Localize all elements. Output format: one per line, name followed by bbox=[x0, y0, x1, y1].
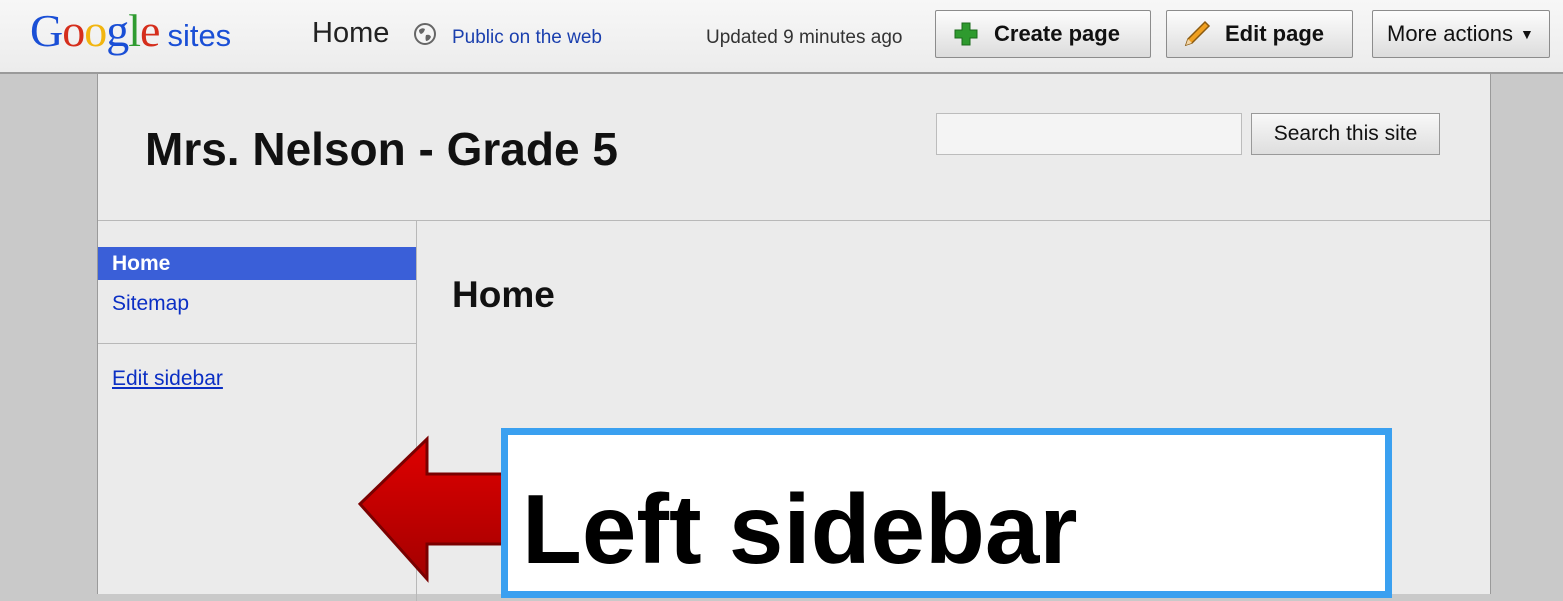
pencil-icon bbox=[1184, 20, 1211, 47]
left-arrow-icon bbox=[357, 435, 515, 583]
visibility-link[interactable]: Public on the web bbox=[452, 27, 602, 49]
callout-text: Left sidebar bbox=[522, 474, 1078, 584]
google-wordmark: Google bbox=[30, 5, 160, 56]
sidebar-divider bbox=[98, 343, 416, 344]
google-sites-logo[interactable]: Google sites bbox=[30, 4, 231, 57]
logo-letter: G bbox=[30, 5, 63, 56]
search-input[interactable] bbox=[936, 113, 1242, 155]
create-page-button[interactable]: Create page bbox=[935, 10, 1151, 58]
edit-page-button[interactable]: Edit page bbox=[1166, 10, 1353, 58]
logo-letter: o bbox=[84, 5, 107, 56]
site-title: Mrs. Nelson - Grade 5 bbox=[145, 123, 618, 175]
callout-box: Left sidebar bbox=[501, 428, 1392, 598]
sidebar-item-sitemap[interactable]: Sitemap bbox=[112, 292, 189, 316]
create-page-label: Create page bbox=[994, 21, 1120, 46]
search-this-site-button[interactable]: Search this site bbox=[1251, 113, 1440, 155]
current-page-name: Home bbox=[312, 17, 390, 49]
last-updated-text: Updated 9 minutes ago bbox=[706, 27, 903, 48]
logo-letter: l bbox=[128, 5, 141, 56]
logo-letter: o bbox=[62, 5, 85, 56]
edit-page-label: Edit page bbox=[1225, 21, 1325, 46]
globe-icon bbox=[414, 23, 436, 45]
caret-down-icon: ▼ bbox=[1519, 26, 1534, 42]
plus-icon bbox=[954, 22, 978, 46]
sidebar-item-home[interactable]: Home bbox=[98, 247, 416, 280]
more-actions-dropdown[interactable]: More actions ▼ bbox=[1372, 10, 1550, 58]
sites-wordmark: sites bbox=[167, 18, 232, 53]
more-actions-label: More actions bbox=[1387, 21, 1513, 46]
edit-sidebar-link[interactable]: Edit sidebar bbox=[112, 367, 223, 391]
logo-letter: g bbox=[106, 5, 129, 56]
logo-letter: e bbox=[140, 5, 160, 56]
page-heading: Home bbox=[452, 274, 555, 315]
sites-toolbar: Google sites Home Public on the web Updat… bbox=[0, 0, 1563, 74]
